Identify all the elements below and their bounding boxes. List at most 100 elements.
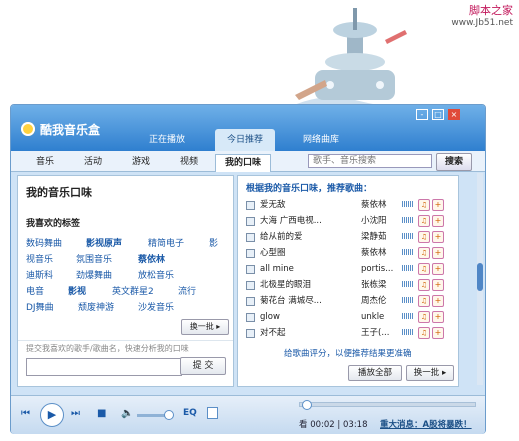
song-checkbox[interactable] — [246, 313, 255, 322]
tab-video[interactable]: 视频 — [173, 154, 205, 171]
tag-item[interactable]: 影视 — [68, 284, 86, 297]
tag-item[interactable]: 数码舞曲 — [26, 236, 62, 249]
tab-games[interactable]: 游戏 — [125, 154, 157, 171]
favorite-input[interactable] — [26, 358, 182, 376]
tab-today-recommend[interactable]: 今日推荐 — [215, 129, 275, 151]
singer-name[interactable]: 小沈阳 — [361, 214, 401, 228]
add-icon[interactable]: + — [432, 231, 444, 243]
add-icon[interactable]: + — [432, 247, 444, 259]
song-name[interactable]: glow — [260, 310, 332, 324]
add-icon[interactable]: + — [432, 327, 444, 339]
tab-my-taste[interactable]: 我的口味 — [215, 154, 271, 172]
tag-item[interactable]: 蔡依林 — [138, 252, 165, 265]
add-icon[interactable]: + — [432, 199, 444, 211]
tag-item[interactable]: 电音 — [26, 284, 44, 297]
singer-name[interactable]: 张栋梁 — [361, 278, 401, 292]
song-name[interactable]: 菊花台 满城尽... — [260, 294, 332, 308]
play-all-button[interactable]: 播放全部 — [348, 365, 402, 381]
add-icon[interactable]: + — [432, 279, 444, 291]
song-checkbox[interactable] — [246, 249, 255, 258]
singer-name[interactable]: 王子(... — [361, 326, 401, 340]
headphone-icon[interactable]: ♫ — [418, 199, 430, 211]
volume-icon[interactable]: 🔈 — [121, 408, 133, 419]
add-icon[interactable]: + — [432, 295, 444, 307]
close-button[interactable]: × — [448, 109, 460, 120]
tab-music[interactable]: 音乐 — [29, 154, 61, 171]
song-checkbox[interactable] — [246, 201, 255, 210]
tag-item[interactable]: 迪斯科 — [26, 268, 53, 281]
progress-knob[interactable] — [301, 400, 312, 410]
song-row[interactable]: 菊花台 满城尽... 周杰伦 ♫ + — [238, 294, 458, 308]
song-checkbox[interactable] — [246, 329, 255, 338]
song-row[interactable]: glow unkle ♫ + — [238, 310, 458, 324]
song-name[interactable]: 爱无敌 — [260, 198, 332, 212]
maximize-button[interactable]: □ — [432, 109, 444, 120]
song-name[interactable]: 大海 广西电视... — [260, 214, 332, 228]
next-icon[interactable]: ⏭ — [71, 408, 80, 419]
tab-activity[interactable]: 活动 — [77, 154, 109, 171]
tab-online-library[interactable]: 网络曲库 — [293, 129, 349, 151]
singer-name[interactable]: portis... — [361, 262, 401, 276]
headphone-icon[interactable]: ♫ — [418, 295, 430, 307]
headphone-icon[interactable]: ♫ — [418, 327, 430, 339]
headphone-icon[interactable]: ♫ — [418, 263, 430, 275]
scrollbar-thumb[interactable] — [477, 263, 483, 291]
scrollbar[interactable] — [477, 173, 483, 385]
song-name[interactable]: 对不起 — [260, 326, 332, 340]
rate-songs-link[interactable]: 给歌曲评分，以便推荐结果更准确 — [284, 347, 412, 359]
singer-name[interactable]: 梁静茹 — [361, 230, 401, 244]
news-ticker-link[interactable]: 重大消息：A股将暴跌！ — [380, 418, 472, 430]
tag-item[interactable]: DJ舞曲 — [26, 300, 54, 313]
tag-item[interactable]: 视音乐 — [26, 252, 53, 265]
singer-name[interactable]: 蔡依林 — [361, 198, 401, 212]
singer-name[interactable]: unkle — [361, 310, 401, 324]
singer-name[interactable]: 周杰伦 — [361, 294, 401, 308]
search-input[interactable] — [308, 154, 432, 168]
tag-item[interactable]: 影视原声 — [86, 236, 122, 249]
stop-icon[interactable]: ■ — [97, 408, 106, 419]
tag-item[interactable]: 影 — [209, 236, 218, 249]
song-row[interactable]: 大海 广西电视... 小沈阳 ♫ + — [238, 214, 458, 228]
add-icon[interactable]: + — [432, 263, 444, 275]
headphone-icon[interactable]: ♫ — [418, 279, 430, 291]
refresh-songs-button[interactable]: 换一批 ▸ — [406, 365, 454, 381]
tab-now-playing[interactable]: 正在播放 — [141, 129, 193, 151]
submit-button[interactable]: 提 交 — [180, 357, 226, 375]
title-bar[interactable]: 酷我音乐盒 正在播放 今日推荐 网络曲库 - □ × — [11, 105, 485, 151]
search-button[interactable]: 搜索 — [436, 153, 472, 171]
playlist-icon[interactable] — [207, 407, 218, 419]
tag-item[interactable]: 精简电子 — [148, 236, 184, 249]
progress-bar[interactable] — [299, 400, 476, 410]
previous-icon[interactable]: ⏮ — [21, 408, 30, 419]
add-icon[interactable]: + — [432, 215, 444, 227]
tag-item[interactable]: 颓废神游 — [78, 300, 114, 313]
singer-name[interactable]: 蔡依林 — [361, 246, 401, 260]
minimize-button[interactable]: - — [416, 109, 428, 120]
song-checkbox[interactable] — [246, 281, 255, 290]
song-row[interactable]: 心型圈 蔡依林 ♫ + — [238, 246, 458, 260]
tag-item[interactable]: 英文群星2 — [112, 284, 154, 297]
refresh-tags-button[interactable]: 换一批 ▸ — [181, 319, 229, 335]
headphone-icon[interactable]: ♫ — [418, 215, 430, 227]
play-button[interactable]: ▶ — [40, 403, 64, 427]
song-name[interactable]: all mine — [260, 262, 332, 276]
song-checkbox[interactable] — [246, 297, 255, 306]
tag-item[interactable]: 氛围音乐 — [76, 252, 112, 265]
song-name[interactable]: 给从前的爱 — [260, 230, 332, 244]
song-row[interactable]: 给从前的爱 梁静茹 ♫ + — [238, 230, 458, 244]
song-checkbox[interactable] — [246, 233, 255, 242]
song-row[interactable]: 爱无敌 蔡依林 ♫ + — [238, 198, 458, 212]
headphone-icon[interactable]: ♫ — [418, 311, 430, 323]
tag-item[interactable]: 沙发音乐 — [138, 300, 174, 313]
tag-item[interactable]: 劲爆舞曲 — [76, 268, 112, 281]
song-name[interactable]: 心型圈 — [260, 246, 332, 260]
headphone-icon[interactable]: ♫ — [418, 231, 430, 243]
headphone-icon[interactable]: ♫ — [418, 247, 430, 259]
song-name[interactable]: 北极星的眼泪 — [260, 278, 332, 292]
song-row[interactable]: 北极星的眼泪 张栋梁 ♫ + — [238, 278, 458, 292]
song-checkbox[interactable] — [246, 265, 255, 274]
song-row[interactable]: 对不起 王子(... ♫ + — [238, 326, 458, 340]
song-checkbox[interactable] — [246, 217, 255, 226]
song-row[interactable]: all mine portis... ♫ + — [238, 262, 458, 276]
tag-item[interactable]: 放松音乐 — [138, 268, 174, 281]
